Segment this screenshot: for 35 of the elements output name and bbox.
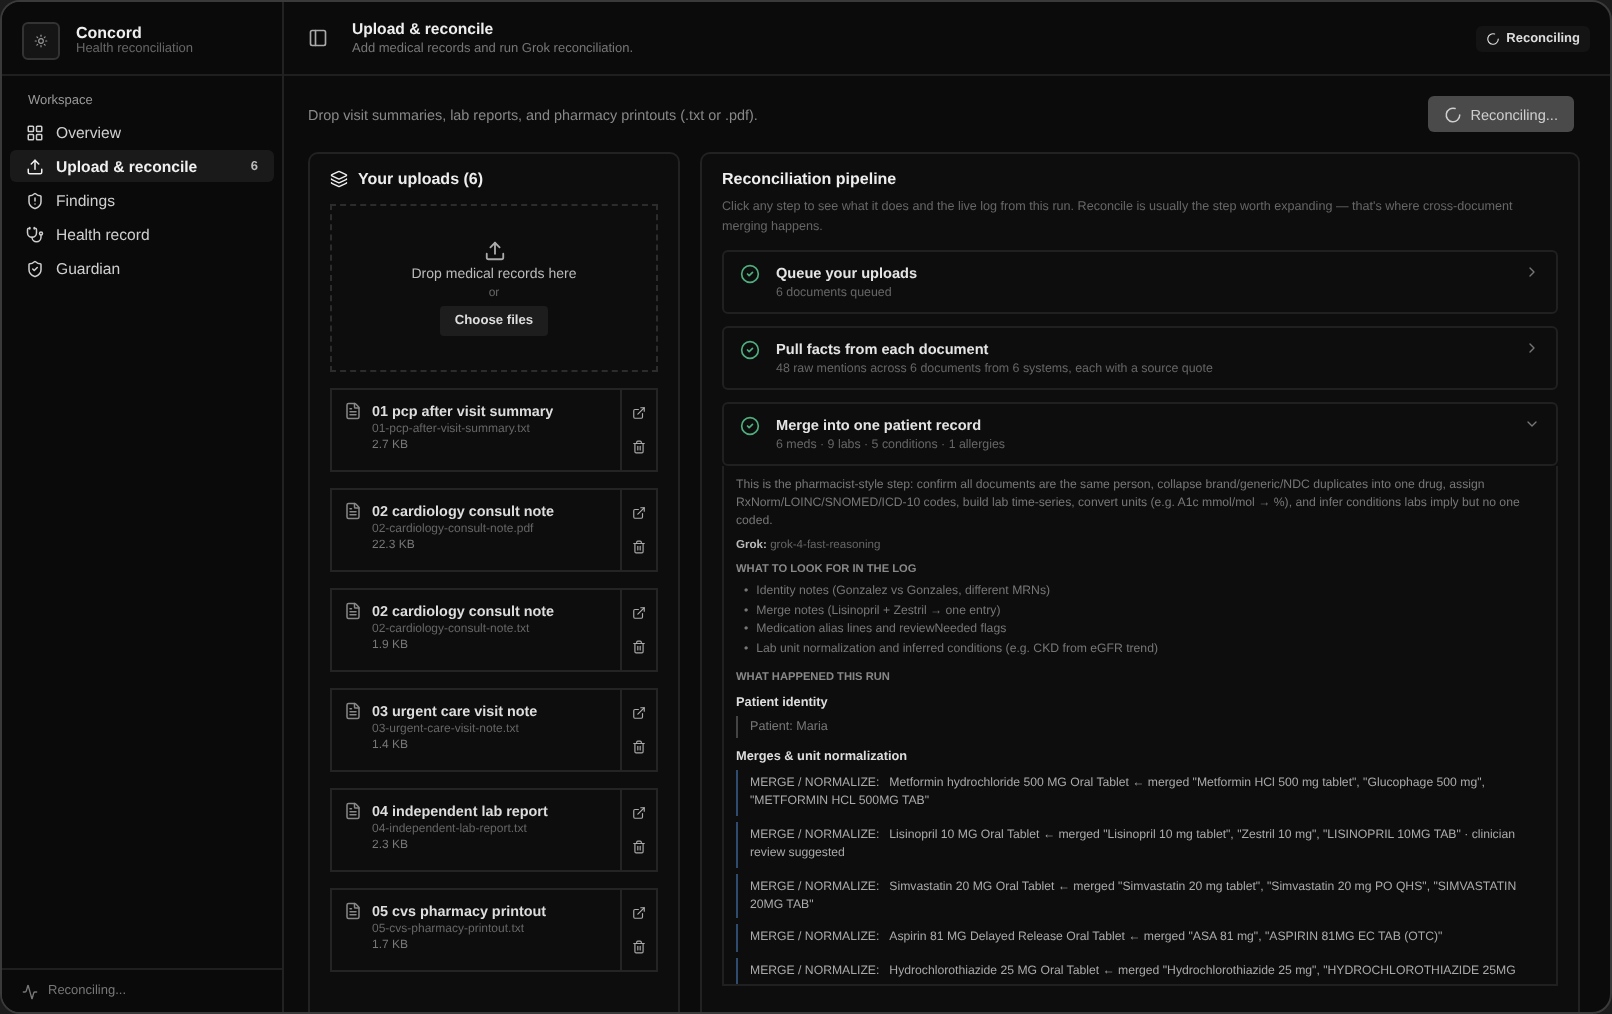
layers-icon (330, 170, 348, 188)
open-external-icon[interactable] (632, 606, 646, 620)
nav-icon (26, 259, 44, 277)
document-icon (344, 702, 362, 720)
document-icon (344, 802, 362, 820)
spinner-icon (1444, 105, 1463, 123)
delete-icon[interactable] (632, 540, 646, 554)
document-icon (344, 902, 362, 920)
document-icon (344, 402, 362, 420)
nav-icon (26, 191, 44, 209)
chevron-right-icon (1524, 339, 1540, 355)
chevron-right-icon (1524, 263, 1540, 279)
panel-title: Reconciliation pipeline (722, 170, 899, 188)
open-external-icon[interactable] (632, 406, 646, 420)
activity-icon (22, 983, 38, 999)
open-external-icon[interactable] (632, 806, 646, 820)
delete-icon[interactable] (632, 740, 646, 754)
delete-icon[interactable] (632, 440, 646, 454)
open-external-icon[interactable] (632, 506, 646, 520)
document-icon (344, 602, 362, 620)
app-name: Concord (76, 24, 144, 42)
nav-icon (26, 225, 44, 243)
upload-icon (483, 240, 505, 262)
delete-icon[interactable] (632, 840, 646, 854)
document-icon (344, 502, 362, 520)
nav-icon (26, 157, 44, 175)
open-external-icon[interactable] (632, 906, 646, 920)
app-logo (22, 21, 60, 59)
open-external-icon[interactable] (632, 706, 646, 720)
spinner-icon (1486, 31, 1501, 45)
sidebar-toggle-icon[interactable] (308, 28, 328, 48)
nav-icon (26, 123, 44, 141)
panel-title: Your uploads (6) (330, 170, 658, 188)
delete-icon[interactable] (632, 940, 646, 954)
delete-icon[interactable] (632, 640, 646, 654)
